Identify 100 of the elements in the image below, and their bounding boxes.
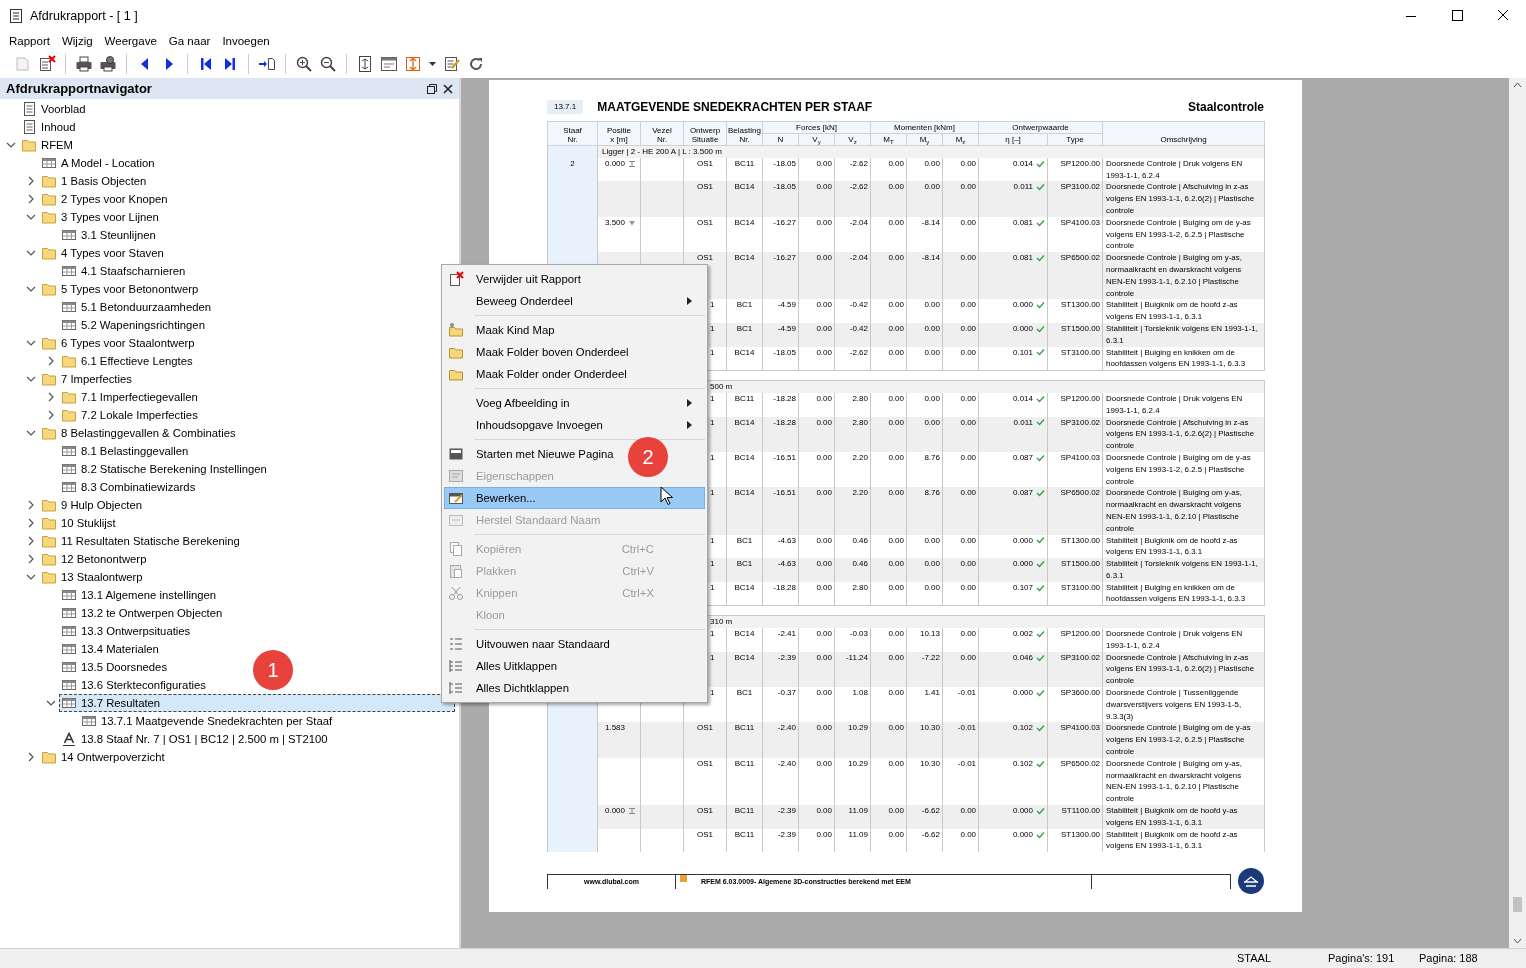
- menu-item[interactable]: Wijzig: [55, 32, 99, 50]
- tree-item[interactable]: 13.8 Staaf Nr. 7 | OS1 | BC12 | 2.500 m | ST2100: [59, 730, 330, 748]
- table-cell: 0.102: [1013, 757, 1034, 770]
- zoom-in-icon[interactable]: [295, 55, 313, 73]
- tree-item[interactable]: 6 Types voor Staalontwerp: [39, 334, 197, 352]
- edit-icon[interactable]: [443, 55, 461, 73]
- table-cell: 0.00: [798, 628, 835, 652]
- tree-item[interactable]: 1 Basis Objecten: [39, 172, 149, 190]
- print-settings-icon[interactable]: [99, 55, 117, 73]
- table-cell: 3.500: [605, 216, 626, 229]
- table-cell: 0.00: [942, 392, 979, 417]
- table-cell: 0.000: [1013, 805, 1034, 817]
- table-cell: -0.01: [942, 722, 979, 758]
- tree-item[interactable]: 6.1 Effectieve Lengtes: [59, 352, 195, 370]
- bullet-icon: [680, 874, 687, 882]
- scrollbar[interactable]: [1509, 78, 1526, 948]
- tree-item[interactable]: 7 Imperfecties: [39, 370, 134, 388]
- tree-item[interactable]: 2 Types voor Knopen: [39, 190, 170, 208]
- tree-item[interactable]: 13.2 te Ontwerpen Objecten: [59, 604, 225, 622]
- menu-item[interactable]: Bewerken...: [444, 487, 705, 509]
- tree-item[interactable]: 13.7.1 Maatgevende Snedekrachten per Staaf: [79, 712, 335, 730]
- window-title: Afdrukrapport - [ 1 ]: [30, 7, 138, 25]
- table-cell: 0.00: [942, 805, 979, 829]
- table-cell: 0.00: [798, 299, 835, 323]
- scroll-thumb[interactable]: [1513, 897, 1522, 912]
- remove-icon: [448, 271, 464, 287]
- tree-item[interactable]: Voorblad: [19, 100, 88, 118]
- tree-item[interactable]: 5 Types voor Betonontwerp: [39, 280, 201, 298]
- tree-item[interactable]: 8.3 Combinatiewizards: [59, 478, 198, 496]
- restore-icon[interactable]: [427, 83, 437, 94]
- tree-item[interactable]: 8.1 Belastinggevallen: [59, 442, 191, 460]
- menu-item[interactable]: Alles Uitklappen: [444, 655, 562, 677]
- table-cell: 0.000: [1013, 558, 1034, 570]
- table-cell: 0.00: [870, 299, 907, 323]
- column-header: Staaf Nr.: [547, 121, 598, 146]
- tree-item[interactable]: 3.1 Steunlijnen: [59, 226, 158, 244]
- tree-item[interactable]: 14 Ontwerpoverzicht: [39, 748, 167, 766]
- table-cell: 0.00: [942, 487, 979, 535]
- table-cell: 10.30: [906, 722, 943, 758]
- document-icon: [9, 8, 23, 24]
- menu-item[interactable]: Invoegen: [216, 32, 276, 50]
- tree-item[interactable]: 13.5 Doorsnedes: [59, 658, 170, 676]
- tree-item[interactable]: 9 Hulp Objecten: [39, 496, 144, 514]
- tree-item[interactable]: 5.1 Betonduurzaamheden: [59, 298, 213, 316]
- tree-item[interactable]: 12 Betonontwerp: [39, 550, 149, 568]
- table-cell: -7.22: [906, 651, 943, 688]
- table-cell: 0.081: [1013, 252, 1034, 264]
- table-cell: 0.011: [1013, 181, 1034, 194]
- close-icon[interactable]: [443, 83, 453, 94]
- tree-item[interactable]: 3 Types voor Lijnen: [39, 208, 161, 226]
- table-cell: 0.00: [798, 828, 835, 853]
- table-cell: -0.42: [834, 322, 871, 347]
- tree-item[interactable]: 8.2 Statische Berekening Instellingen: [59, 460, 269, 478]
- zoom-out-icon[interactable]: [319, 55, 337, 73]
- table-cell: 0.00: [870, 416, 907, 452]
- tree-item[interactable]: 4.1 Staafscharnieren: [59, 262, 188, 280]
- table-cell: 0.00: [798, 252, 835, 300]
- table-cell: -0.42: [834, 299, 871, 323]
- table-cell: 0.00: [906, 416, 943, 452]
- table-cell: 0.014: [1013, 157, 1034, 170]
- tree-item[interactable]: 10 Stuklijst: [39, 514, 118, 532]
- menu-item[interactable]: Ga naar: [162, 32, 217, 50]
- tree-item[interactable]: 13.4 Materialen: [59, 640, 161, 658]
- print-icon[interactable]: [75, 55, 93, 73]
- delete-icon[interactable]: [38, 55, 56, 73]
- tree-item[interactable]: A Model - Location: [39, 154, 157, 172]
- tree-item[interactable]: RFEM: [19, 136, 75, 154]
- tree-item[interactable]: 13.7 Resultaten: [59, 694, 455, 712]
- tree-item[interactable]: 13 Staalontwerp: [39, 568, 145, 586]
- table-cell: ST1500.00: [1047, 558, 1103, 582]
- page-icon: [21, 101, 37, 117]
- tree-item[interactable]: 13.3 Ontwerpsituaties: [59, 622, 193, 640]
- tree-item[interactable]: 7.2 Lokale Imperfecties: [59, 406, 200, 424]
- table-cell: 0.014: [1013, 392, 1034, 405]
- tree-item[interactable]: 13.6 Sterkteconfiguraties: [59, 676, 208, 694]
- fit-page-icon[interactable]: [356, 55, 374, 73]
- cursor-icon: [660, 486, 673, 506]
- table-cell: 0.00: [870, 805, 907, 829]
- folder-icon: [21, 137, 37, 153]
- menu-item[interactable]: Uitvouwen naar Standaard: [444, 633, 615, 655]
- menu-item[interactable]: Rapport: [3, 32, 56, 50]
- table-cell: 0.046: [1013, 651, 1034, 664]
- resize-icon[interactable]: [404, 55, 422, 73]
- shortcut-text: Ctrl+X: [622, 585, 654, 601]
- tree-item[interactable]: 4 Types voor Staven: [39, 244, 166, 262]
- tree-item[interactable]: 13.1 Algemene instellingen: [59, 586, 219, 604]
- table-cell: OS1: [683, 805, 727, 829]
- menu-item[interactable]: Starten met Nieuwe Pagina: [444, 443, 619, 465]
- tree-item[interactable]: Inhoud: [19, 118, 78, 136]
- page-setup-icon[interactable]: [380, 55, 398, 73]
- tree-item[interactable]: 11 Resultaten Statische Berekening: [39, 532, 242, 550]
- folder-icon: [41, 371, 57, 387]
- tree-item[interactable]: 7.1 Imperfectiegevallen: [59, 388, 200, 406]
- table-cell: 0.00: [870, 651, 907, 688]
- go-to-page-icon[interactable]: [258, 55, 276, 73]
- tree-item[interactable]: 5.2 Wapeningsrichtingen: [59, 316, 207, 334]
- table-icon: [41, 155, 57, 171]
- menu-item[interactable]: Weergave: [98, 32, 163, 50]
- tree-item[interactable]: 8 Belastinggevallen & Combinaties: [39, 424, 238, 442]
- refresh-icon[interactable]: [467, 55, 485, 73]
